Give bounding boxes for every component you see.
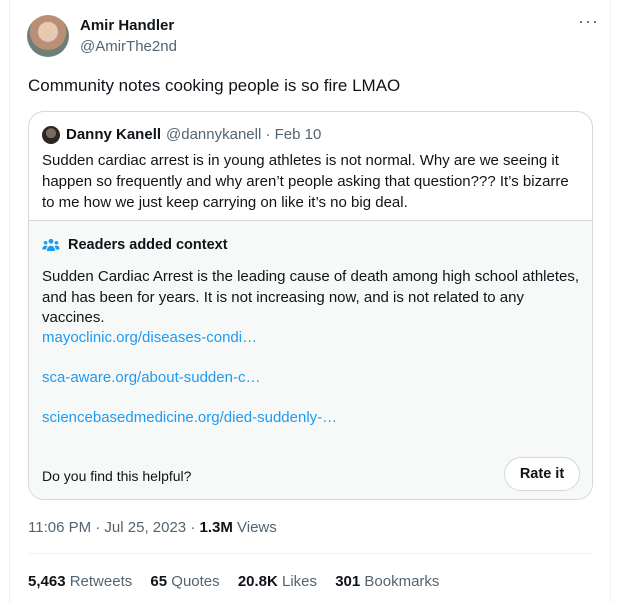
- bookmarks-stat[interactable]: 301 Bookmarks: [335, 573, 439, 590]
- views-count: 1.3M: [199, 519, 233, 536]
- author-handle[interactable]: @AmirThe2nd: [80, 38, 177, 55]
- ellipsis-icon[interactable]: ···: [578, 12, 599, 30]
- tweet-meta: 11:06 PM · Jul 25, 2023 · 1.3M Views: [28, 519, 277, 536]
- note-link-sca-aware[interactable]: sca-aware.org/about-sudden-c…: [42, 369, 260, 386]
- engagement-stats: 5,463 Retweets 65 Quotes 20.8K Likes 301…: [28, 573, 453, 590]
- note-link-mayoclinic[interactable]: mayoclinic.org/diseases-condi…: [42, 329, 257, 346]
- quoted-author-name[interactable]: Danny Kanell: [66, 126, 161, 143]
- rate-it-button[interactable]: Rate it: [504, 457, 580, 491]
- note-body: Sudden Cardiac Arrest is the leading cau…: [42, 268, 580, 326]
- quoted-tweet[interactable]: Danny Kanell @dannykanell · Feb 10 Sudde…: [28, 111, 593, 500]
- quotes-label: Quotes: [167, 573, 220, 590]
- bookmarks-label: Bookmarks: [360, 573, 440, 590]
- author-avatar[interactable]: [27, 15, 69, 57]
- retweets-stat[interactable]: 5,463 Retweets: [28, 573, 132, 590]
- note-link-sciencebasedmedicine[interactable]: sciencebasedmedicine.org/died-suddenly-…: [42, 409, 337, 426]
- views-label: Views: [232, 519, 277, 536]
- divider: [28, 553, 593, 554]
- quoted-author-handle-date[interactable]: @dannykanell · Feb 10: [166, 126, 321, 143]
- note-title: Readers added context: [68, 237, 228, 253]
- quotes-count: 65: [150, 573, 168, 590]
- helpful-question: Do you find this helpful?: [42, 468, 192, 484]
- bookmarks-count: 301: [335, 573, 361, 590]
- people-icon: [42, 238, 60, 251]
- retweets-label: Retweets: [65, 573, 133, 590]
- quoted-tweet-text: Sudden cardiac arrest is in young athlet…: [42, 152, 569, 211]
- author-name[interactable]: Amir Handler: [80, 17, 174, 34]
- quoted-author-avatar[interactable]: [42, 126, 60, 144]
- quotes-stat[interactable]: 65 Quotes: [150, 573, 219, 590]
- retweets-count: 5,463: [28, 573, 66, 590]
- community-note: Readers added context Sudden Cardiac Arr…: [29, 220, 592, 499]
- tweet-text: Community notes cooking people is so fir…: [28, 76, 401, 95]
- likes-stat[interactable]: 20.8K Likes: [238, 573, 317, 590]
- likes-label: Likes: [277, 573, 318, 590]
- likes-count: 20.8K: [237, 573, 278, 590]
- tweet-timestamp[interactable]: 11:06 PM · Jul 25, 2023 ·: [28, 519, 199, 536]
